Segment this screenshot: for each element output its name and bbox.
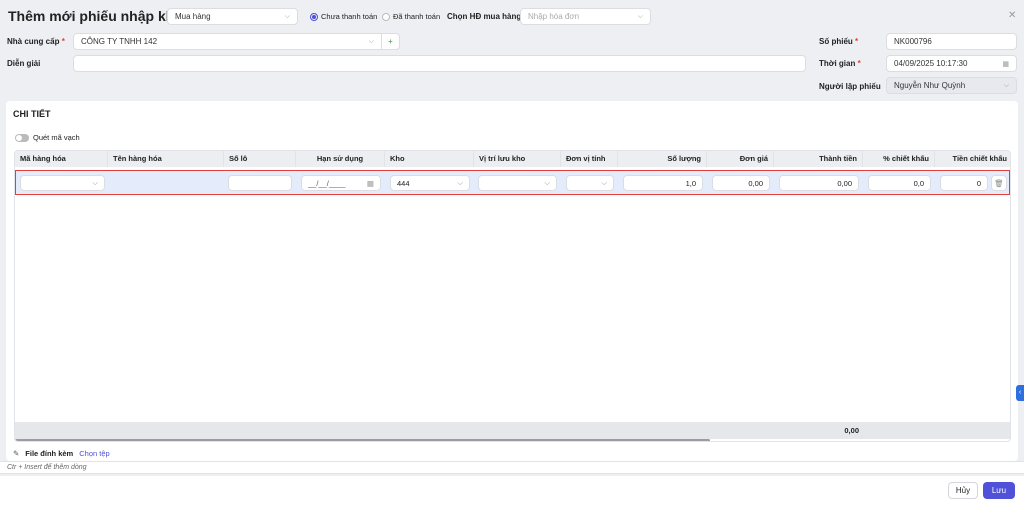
- radio-unpaid[interactable]: Chưa thanh toán: [310, 12, 377, 21]
- calendar-icon[interactable]: ▦: [1002, 60, 1009, 68]
- chevron-down-icon: ⌵: [544, 178, 550, 187]
- close-icon[interactable]: ✕: [1008, 10, 1016, 21]
- col-quantity: Số lượng: [618, 151, 707, 167]
- horizontal-scrollbar[interactable]: [15, 439, 710, 441]
- time-value: 04/09/2025 10:17:30: [894, 59, 968, 68]
- chevron-down-icon: ⌵: [637, 12, 643, 20]
- lot-input[interactable]: [228, 175, 292, 191]
- chevron-down-icon: ⌵: [601, 178, 607, 187]
- expiry-value: __/__/____: [308, 178, 346, 188]
- voucher-no-input[interactable]: NK000796: [886, 33, 1017, 50]
- col-unit-price: Đơn giá: [707, 151, 774, 167]
- voucher-type-select[interactable]: Mua hàng ⌵: [167, 8, 298, 25]
- discount-amount-input[interactable]: 0: [940, 175, 988, 191]
- save-button[interactable]: Lưu: [983, 482, 1015, 499]
- cancel-button[interactable]: Hủy: [948, 482, 978, 499]
- col-discount-pct: % chiết khấu: [863, 151, 935, 167]
- paperclip-icon: ✎: [13, 449, 20, 458]
- col-warehouse: Kho: [385, 151, 474, 167]
- discount-pct-input[interactable]: 0,0: [868, 175, 931, 191]
- toggle-switch[interactable]: [15, 133, 29, 142]
- creator-select[interactable]: Nguyễn Như Quỳnh ⌵: [886, 77, 1017, 94]
- supplier-value: CÔNG TY TNHH 142: [81, 37, 158, 46]
- chevron-down-icon: ⌵: [92, 178, 98, 187]
- table-header: Mã hàng hóa Tên hàng hóa Số lô Hạn sử dụ…: [15, 151, 1010, 167]
- table-row: ⌵ __/__/____ ▦ 444 ⌵ ⌵ ⌵ 1,0 0,00 0,00 0,0…: [15, 170, 1010, 195]
- choose-file-link[interactable]: Chọn tệp: [79, 449, 109, 458]
- col-lot: Số lô: [224, 151, 296, 167]
- footer: [0, 476, 1024, 508]
- chevron-down-icon: ⌵: [457, 178, 463, 187]
- invoice-select[interactable]: Nhập hóa đơn ⌵: [520, 8, 651, 25]
- radio-unchecked-icon: [382, 12, 390, 21]
- creator-value: Nguyễn Như Quỳnh: [894, 81, 966, 90]
- unit-price-input[interactable]: 0,00: [712, 175, 770, 191]
- detail-panel: CHI TIẾT Quét mã vạch Mã hàng hóa Tên hà…: [6, 101, 1018, 461]
- quantity-input[interactable]: 1,0: [623, 175, 703, 191]
- voucher-no-value: NK000796: [894, 37, 932, 46]
- col-product-code: Mã hàng hóa: [15, 151, 108, 167]
- creator-label: Người lập phiếu: [819, 82, 881, 91]
- time-input[interactable]: 04/09/2025 10:17:30 ▦: [886, 55, 1017, 72]
- expiry-input[interactable]: __/__/____ ▦: [301, 175, 381, 191]
- detail-table: Mã hàng hóa Tên hàng hóa Số lô Hạn sử dụ…: [14, 150, 1011, 442]
- attachment-label: File đính kèm: [25, 449, 74, 458]
- col-location: Vị trí lưu kho: [474, 151, 561, 167]
- attachment: ✎ File đính kèm Chọn tệp: [13, 449, 110, 458]
- add-supplier-button[interactable]: +: [381, 33, 400, 50]
- chevron-down-icon: ⌵: [368, 37, 374, 45]
- chevron-down-icon: ⌵: [1003, 81, 1009, 89]
- radio-paid[interactable]: Đã thanh toán: [382, 12, 440, 21]
- time-label: Thời gian *: [819, 59, 861, 68]
- voucher-type-value: Mua hàng: [175, 12, 211, 21]
- supplier-label: Nhà cung cấp *: [7, 37, 65, 46]
- description-input[interactable]: [73, 55, 806, 72]
- detail-title: CHI TIẾT: [13, 109, 51, 119]
- col-discount-amount: Tiền chiết khấu: [952, 154, 1007, 163]
- col-unit: Đơn vị tính: [561, 151, 618, 167]
- page-title: Thêm mới phiếu nhập kho: [8, 8, 183, 24]
- invoice-placeholder: Nhập hóa đơn: [528, 12, 580, 21]
- col-expiry: Hạn sử dụng: [296, 151, 385, 167]
- supplier-select[interactable]: CÔNG TY TNHH 142 ⌵: [73, 33, 382, 50]
- unit-select[interactable]: ⌵: [566, 175, 614, 191]
- invoice-label: Chọn HĐ mua hàng: [447, 12, 522, 21]
- calendar-icon[interactable]: ▦: [367, 179, 374, 188]
- location-select[interactable]: ⌵: [478, 175, 557, 191]
- chevron-down-icon: ⌵: [284, 12, 290, 20]
- description-label: Diễn giải: [7, 59, 41, 68]
- product-code-select[interactable]: ⌵: [20, 175, 105, 191]
- radio-label: Chưa thanh toán: [321, 12, 378, 21]
- trash-icon: 🗑: [994, 178, 1004, 188]
- total-amount: 0,00: [844, 426, 859, 435]
- col-product-name: Tên hàng hóa: [108, 151, 224, 167]
- hint-bar: Ctr + Insert để thêm dòng: [0, 461, 1024, 474]
- radio-label: Đã thanh toán: [393, 12, 441, 21]
- table-total-row: 0,00: [15, 422, 1010, 439]
- barcode-toggle[interactable]: Quét mã vạch: [15, 133, 80, 142]
- warehouse-select[interactable]: 444 ⌵: [390, 175, 470, 191]
- radio-checked-icon: [310, 12, 318, 21]
- warehouse-value: 444: [397, 178, 410, 188]
- barcode-label: Quét mã vạch: [33, 133, 80, 142]
- col-amount: Thành tiền: [774, 151, 863, 167]
- voucher-no-label: Số phiếu *: [819, 37, 859, 46]
- delete-row-button[interactable]: 🗑: [991, 175, 1007, 191]
- side-panel-toggle[interactable]: ‹: [1016, 385, 1024, 401]
- amount-input[interactable]: 0,00: [779, 175, 859, 191]
